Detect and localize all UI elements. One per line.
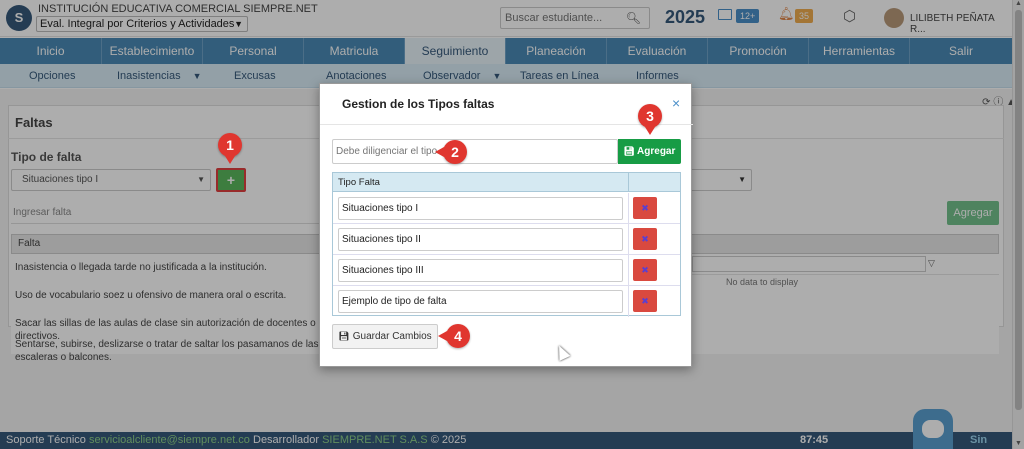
tipo-name-field[interactable]: Situaciones tipo I bbox=[338, 197, 623, 220]
column-divider bbox=[628, 224, 629, 255]
tipo-name-field[interactable]: Situaciones tipo III bbox=[338, 259, 623, 282]
column-divider bbox=[628, 193, 629, 224]
column-divider bbox=[628, 286, 629, 317]
callout-2: 2 bbox=[443, 140, 467, 164]
save-icon: 💾︎ bbox=[623, 146, 636, 156]
callout-pointer bbox=[435, 147, 444, 157]
guardar-cambios-button[interactable]: 💾︎ Guardar Cambios bbox=[332, 324, 438, 349]
guardar-cambios-label: Guardar Cambios bbox=[352, 331, 432, 342]
tipos-faltas-modal: Gestion de los Tipos faltas × 💾︎Agregar … bbox=[319, 83, 693, 367]
column-divider bbox=[628, 255, 629, 286]
table-row: Situaciones tipo II ✖ bbox=[333, 224, 680, 255]
table-row: Situaciones tipo I ✖ bbox=[333, 193, 680, 224]
tipo-falta-input[interactable] bbox=[332, 139, 618, 164]
divider bbox=[320, 124, 693, 125]
delete-button[interactable]: ✖ bbox=[633, 197, 657, 219]
table-row: Situaciones tipo III ✖ bbox=[333, 255, 680, 286]
tipo-name-field[interactable]: Situaciones tipo II bbox=[338, 228, 623, 251]
callout-pointer bbox=[438, 331, 447, 341]
modal-title: Gestion de los Tipos faltas bbox=[342, 97, 495, 111]
callout-3: 3 bbox=[638, 104, 662, 128]
table-row: Ejemplo de tipo de falta ✖ bbox=[333, 286, 680, 317]
column-divider bbox=[628, 173, 629, 192]
close-icon[interactable]: × bbox=[672, 95, 680, 111]
callout-pointer bbox=[225, 156, 235, 164]
callout-pointer bbox=[645, 127, 655, 135]
agregar-tipo-button[interactable]: 💾︎ Agregar bbox=[618, 139, 681, 164]
agregar-tipo-label: Agregar bbox=[637, 146, 676, 157]
tipos-table: Tipo Falta Situaciones tipo I ✖ Situacio… bbox=[332, 172, 681, 317]
save-icon: 💾︎ bbox=[338, 331, 350, 341]
delete-button[interactable]: ✖ bbox=[633, 228, 657, 250]
callout-4: 4 bbox=[446, 324, 470, 348]
delete-button[interactable]: ✖ bbox=[633, 290, 657, 312]
tipos-table-header: Tipo Falta bbox=[333, 173, 680, 192]
callout-1: 1 bbox=[218, 133, 242, 157]
column-header-tipo: Tipo Falta bbox=[338, 177, 380, 188]
tipo-name-field[interactable]: Ejemplo de tipo de falta bbox=[338, 290, 623, 313]
delete-button[interactable]: ✖ bbox=[633, 259, 657, 281]
